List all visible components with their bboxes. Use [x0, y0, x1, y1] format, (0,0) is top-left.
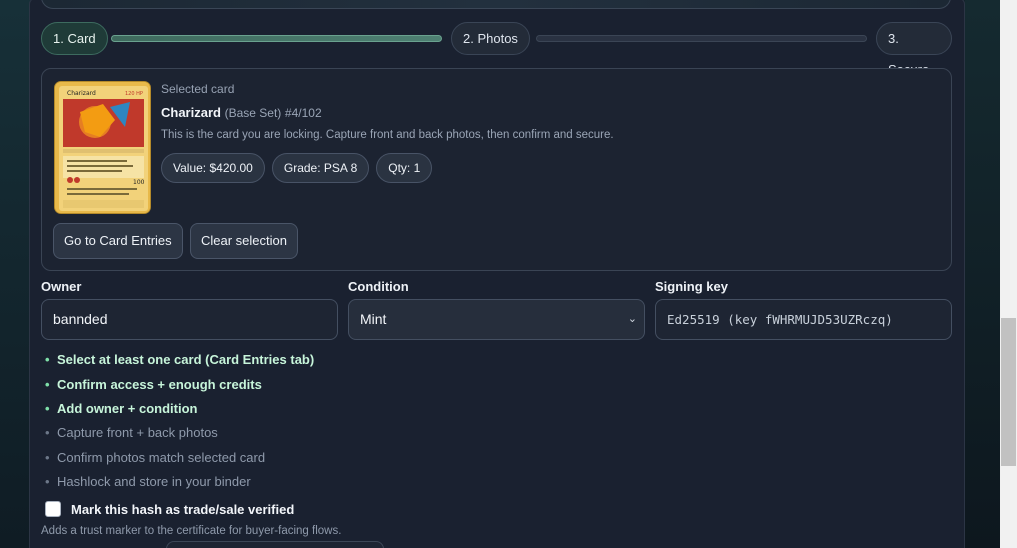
- top-panel-edge: [41, 0, 951, 9]
- checklist-item: • Confirm photos match selected card: [45, 446, 314, 470]
- trade-verified-row: Mark this hash as trade/sale verified: [45, 501, 294, 517]
- requirements-checklist: • Select at least one card (Card Entries …: [45, 348, 314, 494]
- step-card-label: 1. Card: [53, 31, 96, 46]
- signing-key-label: Signing key: [655, 279, 728, 294]
- selected-card-label: Selected card: [161, 82, 235, 96]
- card-badges: Value: $420.00 Grade: PSA 8 Qty: 1: [161, 153, 433, 183]
- trade-verified-label[interactable]: Mark this hash as trade/sale verified: [71, 502, 294, 517]
- checklist-item-text: Add owner + condition: [57, 400, 198, 416]
- next-field-partial[interactable]: [166, 541, 384, 548]
- signing-key-value: Ed25519 (key fWHRMUJD53UZRczq): [667, 312, 893, 327]
- step-secure[interactable]: 3. Secure: [876, 22, 952, 77]
- trade-verified-checkbox[interactable]: [45, 501, 61, 517]
- card-image-damage: 100: [133, 179, 145, 186]
- owner-input-value: bannded: [53, 311, 108, 327]
- bullet-icon: •: [45, 400, 50, 416]
- checklist-item: • Select at least one card (Card Entries …: [45, 348, 314, 372]
- page-background: [0, 0, 30, 548]
- bullet-icon: •: [45, 352, 50, 368]
- bullet-icon: •: [45, 376, 50, 392]
- condition-select-value: Mint: [360, 311, 387, 327]
- grade-badge: Grade: PSA 8: [271, 153, 370, 183]
- step-progress-1: [111, 35, 442, 42]
- scrollbar-thumb[interactable]: [1001, 318, 1016, 466]
- step-photos-label: 2. Photos: [463, 31, 518, 46]
- card-image-art: Charizard 120 HP 100: [55, 82, 150, 213]
- owner-label: Owner: [41, 279, 82, 294]
- signing-key-field: Ed25519 (key fWHRMUJD53UZRczq): [655, 299, 952, 340]
- trade-verified-hint: Adds a trust marker to the certificate f…: [41, 525, 342, 537]
- condition-label: Condition: [348, 279, 409, 294]
- clear-selection-button[interactable]: Clear selection: [190, 223, 298, 259]
- card-image: Charizard 120 HP 100: [54, 81, 151, 214]
- card-image-hp: 120 HP: [125, 91, 143, 97]
- checklist-item-text: Select at least one card (Card Entries t…: [57, 352, 315, 368]
- checklist-item: • Capture front + back photos: [45, 421, 314, 445]
- checklist-item: • Add owner + condition: [45, 397, 314, 421]
- checklist-item-text: Hashlock and store in your binder: [57, 474, 251, 490]
- condition-select[interactable]: Mint ⌄: [348, 299, 645, 340]
- checklist-item: • Hashlock and store in your binder: [45, 470, 314, 494]
- step-progress-2: [536, 35, 867, 42]
- chevron-down-icon: ⌄: [627, 313, 637, 325]
- card-description: This is the card you are locking. Captur…: [161, 129, 614, 141]
- card-image-name: Charizard: [67, 90, 96, 97]
- checklist-item-text: Confirm access + enough credits: [57, 376, 262, 392]
- checklist-item-text: Capture front + back photos: [57, 425, 218, 441]
- checklist-item: • Confirm access + enough credits: [45, 372, 314, 396]
- page-background-right: [965, 0, 1000, 548]
- go-to-card-entries-button[interactable]: Go to Card Entries: [53, 223, 183, 259]
- card-title: Charizard (Base Set) #4/102: [161, 105, 322, 120]
- owner-input[interactable]: bannded: [41, 299, 338, 340]
- bullet-icon: •: [45, 474, 50, 490]
- bullet-icon: •: [45, 425, 50, 441]
- value-badge: Value: $420.00: [161, 153, 265, 183]
- step-card[interactable]: 1. Card: [41, 22, 108, 55]
- selected-card-panel: Charizard 120 HP 100 Selected card Chari…: [41, 68, 952, 271]
- checklist-item-text: Confirm photos match selected card: [57, 449, 266, 465]
- step-photos[interactable]: 2. Photos: [451, 22, 530, 55]
- card-number: #4/102: [284, 106, 322, 120]
- card-set: (Base Set): [224, 106, 282, 120]
- qty-badge: Qty: 1: [376, 153, 433, 183]
- stepper: 1. Card 2. Photos 3. Secure: [41, 22, 952, 77]
- bullet-icon: •: [45, 449, 50, 465]
- card-name: Charizard: [161, 105, 221, 120]
